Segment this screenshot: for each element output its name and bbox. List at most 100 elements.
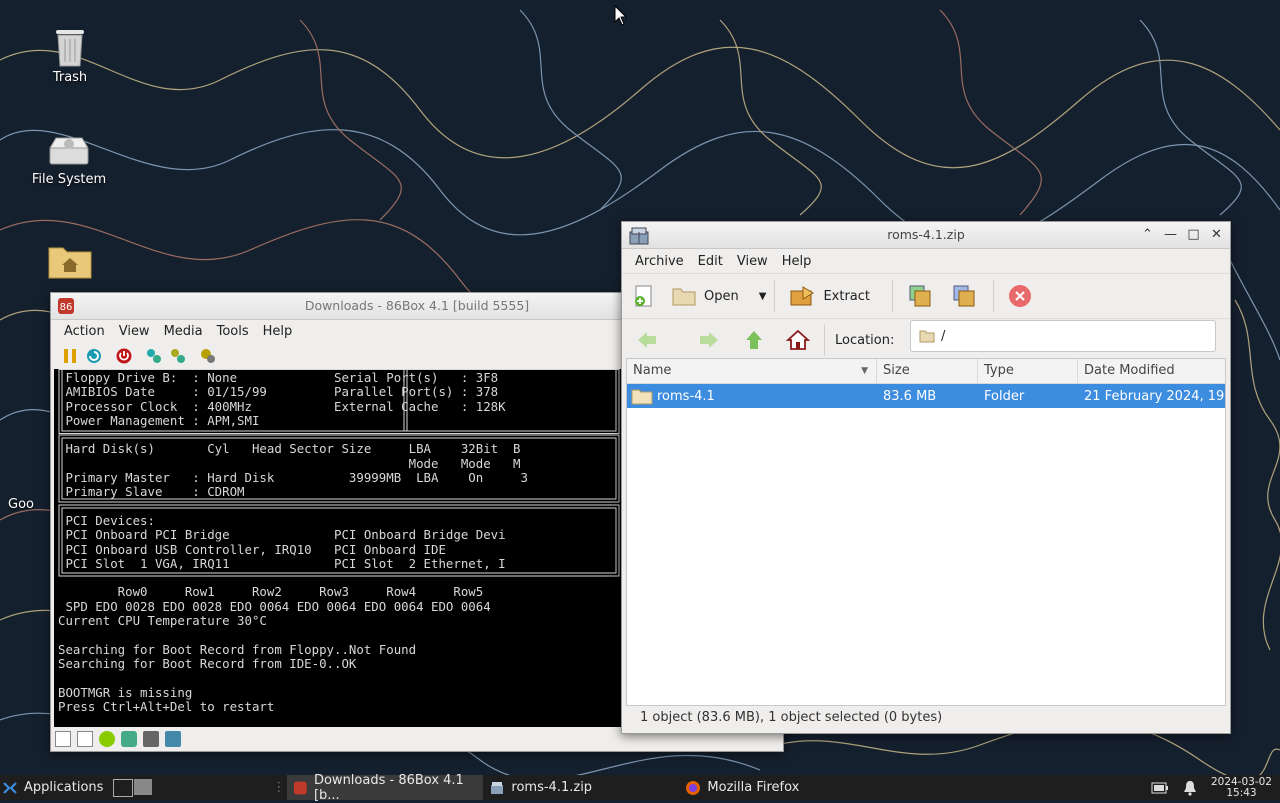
network-icon[interactable] xyxy=(143,731,159,747)
location-label: Location: xyxy=(835,332,895,348)
menu-action[interactable]: Action xyxy=(57,324,112,339)
archive-icon xyxy=(629,227,649,245)
task-86box[interactable]: Downloads - 86Box 4.1 [b... xyxy=(287,773,484,803)
column-date-modified[interactable]: Date Modified xyxy=(1078,359,1225,383)
trash-icon xyxy=(56,30,84,67)
pause-icon[interactable] xyxy=(61,347,79,365)
bios-text: Floppy Drive B: : None Serial Port(s) : … xyxy=(58,370,528,714)
close-button[interactable]: ✕ xyxy=(1209,227,1224,243)
open-button[interactable]: Open xyxy=(666,279,745,313)
workspace-switcher[interactable] xyxy=(113,778,153,797)
desktop-icon-label: Trash xyxy=(52,70,88,85)
maximize-button[interactable]: □ xyxy=(1186,227,1201,243)
extract-icon xyxy=(790,286,815,306)
task-firefox[interactable]: Mozilla Firefox xyxy=(679,775,875,800)
floppy-b-icon[interactable] xyxy=(77,731,93,747)
folder-open-icon xyxy=(672,288,696,306)
ctrl-alt-esc-icon[interactable] xyxy=(169,347,187,365)
home-icon[interactable] xyxy=(786,329,810,351)
menu-view[interactable]: View xyxy=(112,324,157,339)
menu-media[interactable]: Media xyxy=(157,324,210,339)
menu-tools[interactable]: Tools xyxy=(210,324,256,339)
clock-date: 2024-03-02 xyxy=(1210,775,1272,788)
hdd-icon[interactable] xyxy=(121,731,137,747)
toolbar-separator xyxy=(993,280,994,312)
desktop-icon-home[interactable] xyxy=(25,242,115,282)
row-type: Folder xyxy=(984,388,1025,404)
notification-bell-icon[interactable] xyxy=(1183,780,1197,796)
add-files-icon[interactable] xyxy=(907,283,933,309)
window-title: Downloads - 86Box 4.1 [build 5555] xyxy=(304,298,530,313)
sort-arrow-icon: ▼ xyxy=(861,366,868,376)
emulator-screen[interactable]: Floppy Drive B: : None Serial Port(s) : … xyxy=(54,369,622,727)
toolbar-separator xyxy=(774,280,776,312)
add-folder-icon[interactable] xyxy=(951,283,977,309)
home-folder-icon xyxy=(48,247,92,279)
menu-view[interactable]: View xyxy=(730,254,775,269)
desktop-icon-label: Goo xyxy=(8,497,34,512)
firefox-icon xyxy=(686,780,701,795)
sound-icon[interactable] xyxy=(165,731,181,747)
battery-icon[interactable] xyxy=(1151,782,1169,794)
cdrom-icon[interactable] xyxy=(99,731,115,747)
desktop-icon-shortcut[interactable]: Goo xyxy=(8,497,48,512)
desktop-icon-file-system[interactable]: File System xyxy=(24,134,114,187)
archive-icon xyxy=(491,781,504,794)
location-field[interactable]: / xyxy=(910,320,1216,352)
extract-button[interactable]: Extract xyxy=(783,279,876,313)
archive-titlebar[interactable]: roms-4.1.zip ⌃ — □ ✕ xyxy=(622,222,1230,249)
ctrl-alt-del-icon[interactable] xyxy=(145,347,163,365)
archive-toolbar: Open ▼ Extract xyxy=(622,273,1230,319)
task-archive[interactable]: roms-4.1.zip xyxy=(483,775,679,800)
settings-icon[interactable] xyxy=(199,347,217,365)
folder-icon xyxy=(919,330,935,343)
svg-text:86: 86 xyxy=(60,302,73,313)
desktop-icon-trash[interactable]: Trash xyxy=(25,24,115,85)
shade-button[interactable]: ⌃ xyxy=(1140,227,1155,243)
folder-icon xyxy=(631,389,653,405)
table-row[interactable]: roms-4.1 83.6 MB Folder 21 February 2024… xyxy=(627,384,1225,408)
window-title: roms-4.1.zip xyxy=(887,227,965,242)
clock-time: 15:43 xyxy=(1226,786,1257,799)
minimize-button[interactable]: — xyxy=(1163,227,1178,243)
open-label: Open xyxy=(704,288,739,304)
archive-statusbar: 1 object (83.6 MB), 1 object selected (0… xyxy=(640,710,943,725)
file-list-header: Name ▼ Size Type Date Modified xyxy=(627,359,1225,384)
xfce-logo-icon xyxy=(3,781,17,794)
location-value: / xyxy=(941,328,946,344)
menu-help[interactable]: Help xyxy=(775,254,819,269)
reset-icon[interactable] xyxy=(85,347,103,365)
archive-menubar: Archive Edit View Help xyxy=(622,249,1230,273)
archive-manager-window[interactable]: roms-4.1.zip ⌃ — □ ✕ Archive Edit View H… xyxy=(621,221,1231,734)
menu-archive[interactable]: Archive xyxy=(628,254,691,269)
floppy-icon[interactable] xyxy=(55,731,71,747)
mouse-cursor-icon xyxy=(614,5,628,26)
column-size[interactable]: Size xyxy=(877,359,978,383)
menu-edit[interactable]: Edit xyxy=(691,254,730,269)
row-size: 83.6 MB xyxy=(883,388,937,404)
toolbar-separator xyxy=(824,324,825,356)
column-type[interactable]: Type xyxy=(978,359,1078,383)
forward-arrow-icon[interactable] xyxy=(698,330,720,350)
drive-icon xyxy=(49,137,89,165)
window-controls: ⌃ — □ ✕ xyxy=(1140,222,1224,248)
menu-help[interactable]: Help xyxy=(256,324,300,339)
desktop-icon-label: File System xyxy=(31,172,107,187)
stop-icon[interactable] xyxy=(1008,284,1032,308)
extract-label: Extract xyxy=(823,288,870,304)
clock[interactable]: 2024-03-02 15:43 xyxy=(1210,775,1272,799)
open-dropdown-button[interactable]: ▼ xyxy=(759,291,767,302)
toolbar-separator xyxy=(892,280,893,312)
column-name[interactable]: Name ▼ xyxy=(627,359,877,383)
applications-menu-button[interactable]: Applications xyxy=(0,775,109,800)
86box-icon xyxy=(294,781,308,794)
new-archive-icon[interactable] xyxy=(632,284,656,308)
up-arrow-icon[interactable] xyxy=(744,329,764,351)
86box-icon: 86 xyxy=(58,298,74,314)
file-list: Name ▼ Size Type Date Modified roms-4.1 8… xyxy=(626,358,1226,706)
taskbar: Applications ⋮ Downloads - 86Box 4.1 [b.… xyxy=(0,773,1280,803)
back-arrow-icon[interactable] xyxy=(636,330,658,350)
power-icon[interactable] xyxy=(115,347,133,365)
row-name: roms-4.1 xyxy=(627,387,877,405)
row-date: 21 February 2024, 19... xyxy=(1084,388,1225,404)
